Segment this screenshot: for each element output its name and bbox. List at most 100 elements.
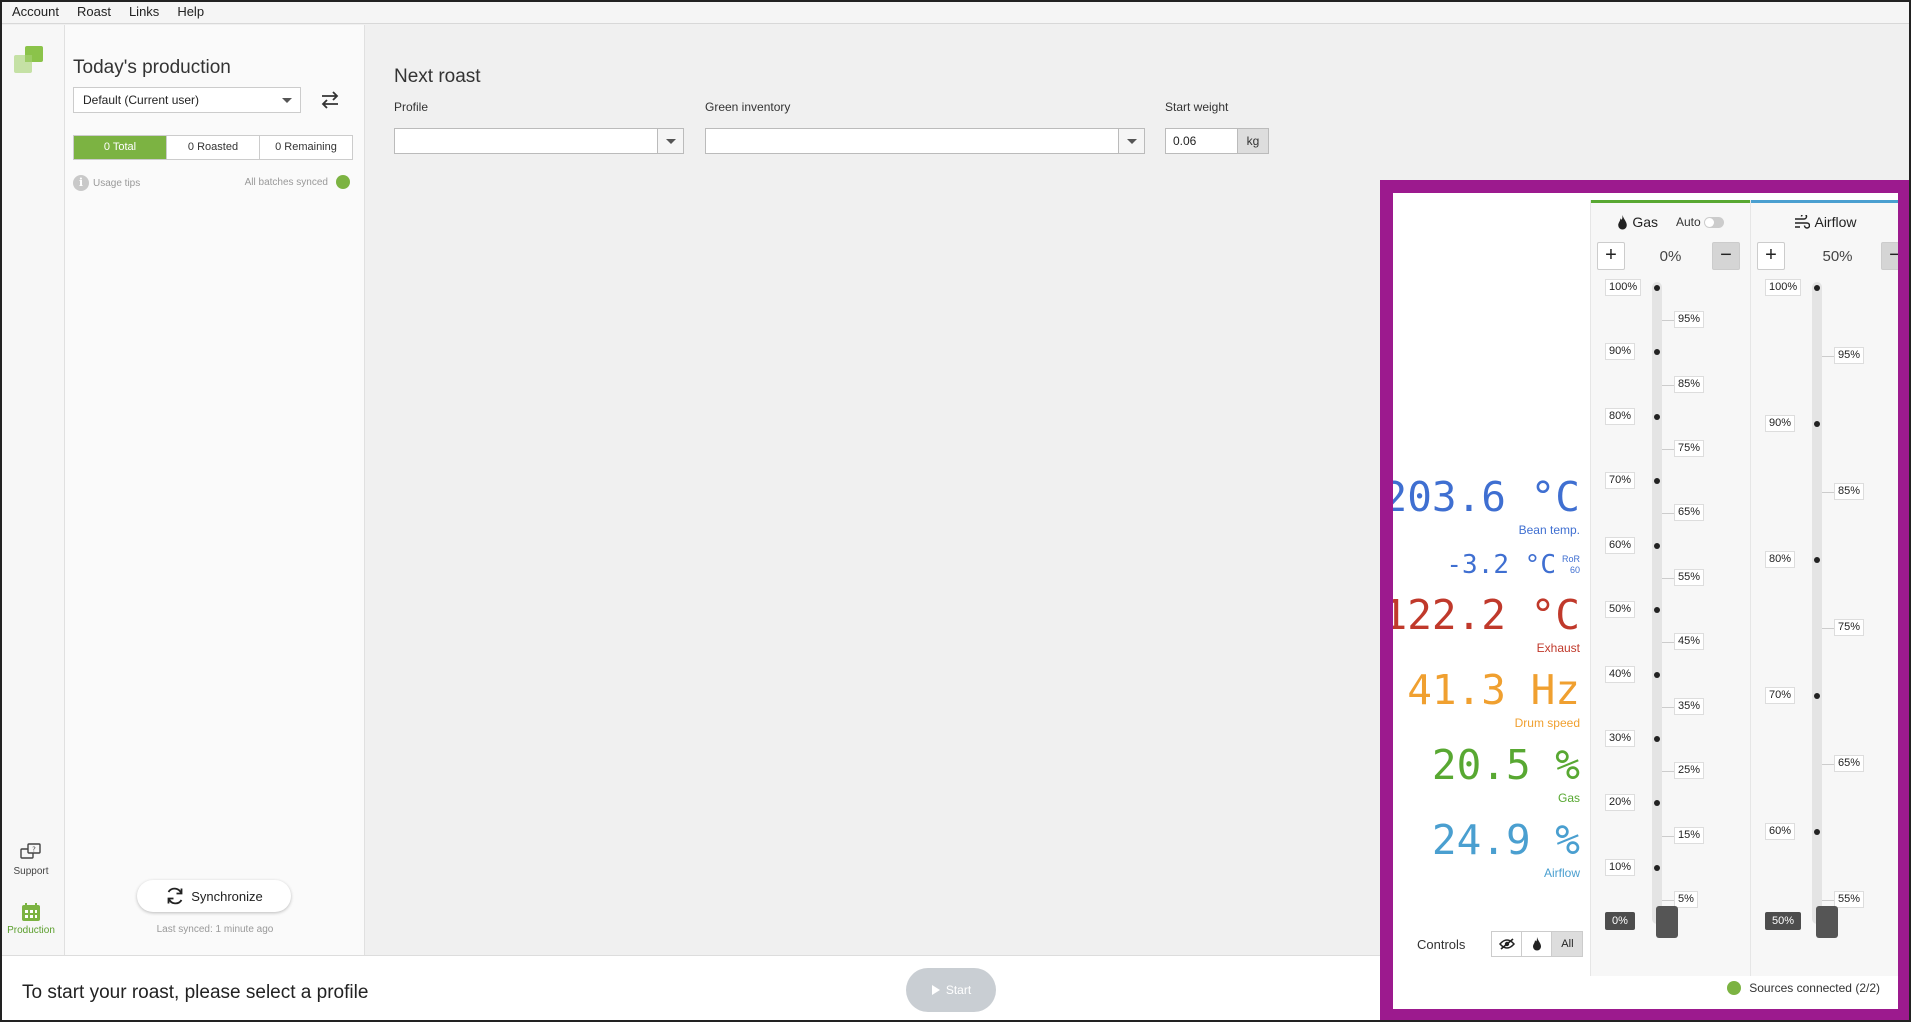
airflow-tick-label[interactable]: 100% bbox=[1765, 279, 1802, 296]
synchronize-button[interactable]: Synchronize bbox=[137, 880, 291, 912]
gas-tick-label[interactable]: 70% bbox=[1605, 472, 1636, 490]
tab-roasted[interactable]: 0 Roasted bbox=[167, 136, 260, 159]
gas-controls-button[interactable] bbox=[1522, 932, 1553, 956]
airflow-tick-label[interactable]: 55% bbox=[1834, 891, 1865, 908]
airflow-title: Airflow bbox=[1814, 214, 1857, 230]
green-inventory-select[interactable] bbox=[705, 128, 1145, 154]
controls-label: Controls bbox=[1417, 936, 1466, 952]
gas-readout-value: 20.5 % bbox=[1431, 741, 1580, 789]
menu-help[interactable]: Help bbox=[168, 0, 213, 24]
tab-remaining[interactable]: 0 Remaining bbox=[260, 136, 352, 159]
airflow-tick-label[interactable]: 80% bbox=[1765, 551, 1796, 568]
gas-decrease-button[interactable]: − bbox=[1712, 242, 1740, 270]
production-button[interactable]: Production bbox=[2, 902, 60, 936]
gas-tick-label[interactable]: 25% bbox=[1674, 762, 1705, 780]
airflow-readout: 24.9 % Airflow bbox=[1432, 816, 1580, 880]
airflow-tick-label[interactable]: 65% bbox=[1834, 755, 1865, 772]
profile-dropdown-button[interactable] bbox=[657, 129, 683, 153]
start-button[interactable]: Start bbox=[906, 968, 996, 1012]
gas-tick-dot bbox=[1654, 285, 1660, 291]
production-title: Today's production bbox=[73, 57, 231, 78]
synchronize-label: Synchronize bbox=[191, 888, 263, 904]
controls-bar: Controls All bbox=[1417, 931, 1584, 957]
gas-tick-dot bbox=[1654, 542, 1660, 549]
airflow-tick-label[interactable]: 90% bbox=[1765, 415, 1796, 432]
roast-monitor-inner: 203.6 °C Bean temp. -3.2 °C RoR 60 122.2… bbox=[1393, 193, 1898, 1009]
green-inventory-dropdown-button[interactable] bbox=[1118, 129, 1144, 153]
bean-temp-label: Bean temp. bbox=[1518, 523, 1580, 537]
controls-toggle-group: All bbox=[1491, 931, 1584, 957]
airflow-slider-handle[interactable] bbox=[1816, 906, 1838, 938]
gas-tick-label[interactable]: 80% bbox=[1605, 407, 1636, 425]
swap-arrows-icon[interactable] bbox=[319, 89, 341, 111]
gas-tick-label[interactable]: 95% bbox=[1674, 311, 1705, 329]
gas-control-column: Gas Auto + 0% − 100% 90% 80% 70% 60% 50% 40% 30… bbox=[1590, 200, 1750, 976]
tab-total[interactable]: 0 Total bbox=[74, 136, 167, 159]
support-chat-icon: ? bbox=[20, 843, 41, 859]
gas-slider-handle[interactable] bbox=[1656, 906, 1678, 938]
menu-roast[interactable]: Roast bbox=[68, 0, 120, 24]
user-select[interactable]: Default (Current user) bbox=[73, 87, 301, 113]
gas-tick-label[interactable]: 5% bbox=[1674, 891, 1698, 908]
gas-tick-label[interactable]: 90% bbox=[1605, 343, 1636, 361]
gas-readout: 20.5 % Gas bbox=[1432, 741, 1580, 805]
gas-tick-label[interactable]: 10% bbox=[1605, 858, 1636, 876]
start-weight-label: Start weight bbox=[1165, 100, 1229, 114]
gas-auto-toggle[interactable]: Auto bbox=[1676, 215, 1724, 229]
gas-tick-label[interactable]: 55% bbox=[1674, 568, 1705, 586]
gas-auto-label: Auto bbox=[1676, 215, 1701, 229]
airflow-tick-label[interactable]: 75% bbox=[1834, 619, 1865, 636]
all-controls-button[interactable]: All bbox=[1552, 932, 1583, 956]
airflow-setpoint: 50% bbox=[1822, 248, 1853, 265]
hide-controls-button[interactable] bbox=[1492, 932, 1523, 956]
info-icon: i bbox=[73, 175, 89, 191]
weight-unit: kg bbox=[1238, 128, 1269, 154]
usage-tips-label: Usage tips bbox=[93, 177, 141, 189]
gas-tick-label[interactable]: 75% bbox=[1674, 440, 1705, 458]
exhaust-readout: 122.2 °C Exhaust bbox=[1393, 591, 1580, 655]
gas-tick-label[interactable]: 15% bbox=[1674, 826, 1705, 844]
sync-status-label: All batches synced bbox=[244, 176, 328, 188]
gas-tick-label[interactable]: 20% bbox=[1605, 794, 1636, 812]
airflow-slider-track[interactable] bbox=[1812, 282, 1822, 924]
start-weight-input[interactable]: 0.06 bbox=[1165, 128, 1238, 154]
gas-header: Gas Auto bbox=[1591, 214, 1750, 230]
gas-tick-label[interactable]: 50% bbox=[1605, 601, 1636, 619]
gas-tick-label[interactable]: 35% bbox=[1674, 697, 1705, 715]
airflow-tick-label[interactable]: 85% bbox=[1834, 483, 1865, 500]
profile-select[interactable] bbox=[394, 128, 684, 154]
airflow-decrease-button[interactable]: − bbox=[1881, 242, 1898, 270]
refresh-icon bbox=[167, 887, 183, 905]
gas-tick-label[interactable]: 85% bbox=[1674, 375, 1705, 393]
gas-tick-label[interactable]: 30% bbox=[1605, 729, 1636, 747]
sync-status: All batches synced bbox=[245, 175, 350, 189]
green-inventory-label: Green inventory bbox=[705, 100, 791, 114]
start-label: Start bbox=[945, 983, 972, 997]
menu-links[interactable]: Links bbox=[120, 0, 168, 24]
gas-tick-label[interactable]: 40% bbox=[1605, 665, 1636, 683]
menu-account[interactable]: Account bbox=[3, 0, 68, 24]
exhaust-value: 122.2 °C bbox=[1393, 591, 1580, 639]
roast-monitor-panel: 203.6 °C Bean temp. -3.2 °C RoR 60 122.2… bbox=[1380, 180, 1911, 1022]
gas-tick-label[interactable]: 60% bbox=[1605, 536, 1636, 554]
menu-bar: Account Roast Links Help bbox=[0, 0, 1911, 24]
gas-slider-track[interactable] bbox=[1652, 282, 1662, 924]
sources-status-label: Sources connected (2/2) bbox=[1749, 981, 1880, 995]
bean-temp-value: 203.6 °C bbox=[1393, 473, 1580, 521]
chevron-down-icon bbox=[282, 98, 292, 103]
ror-label: RoR 60 bbox=[1562, 554, 1580, 576]
airflow-tick-label[interactable]: 95% bbox=[1834, 347, 1865, 364]
sync-status-dot bbox=[336, 175, 350, 189]
airflow-tick-label[interactable]: 70% bbox=[1765, 687, 1796, 704]
usage-tips-link[interactable]: i Usage tips bbox=[73, 175, 140, 191]
start-prompt: To start your roast, please select a pro… bbox=[22, 982, 369, 1003]
gas-tick-label[interactable]: 100% bbox=[1605, 279, 1642, 296]
gas-tick-label[interactable]: 65% bbox=[1674, 504, 1705, 522]
exhaust-label: Exhaust bbox=[1536, 641, 1580, 655]
gas-tick-label[interactable]: 45% bbox=[1674, 633, 1705, 651]
airflow-tick-dot bbox=[1814, 421, 1820, 427]
airflow-tick-label[interactable]: 60% bbox=[1765, 823, 1796, 840]
toggle-switch-icon bbox=[1703, 216, 1724, 228]
app-logo-icon bbox=[14, 46, 43, 73]
support-button[interactable]: ? Support bbox=[2, 843, 60, 877]
